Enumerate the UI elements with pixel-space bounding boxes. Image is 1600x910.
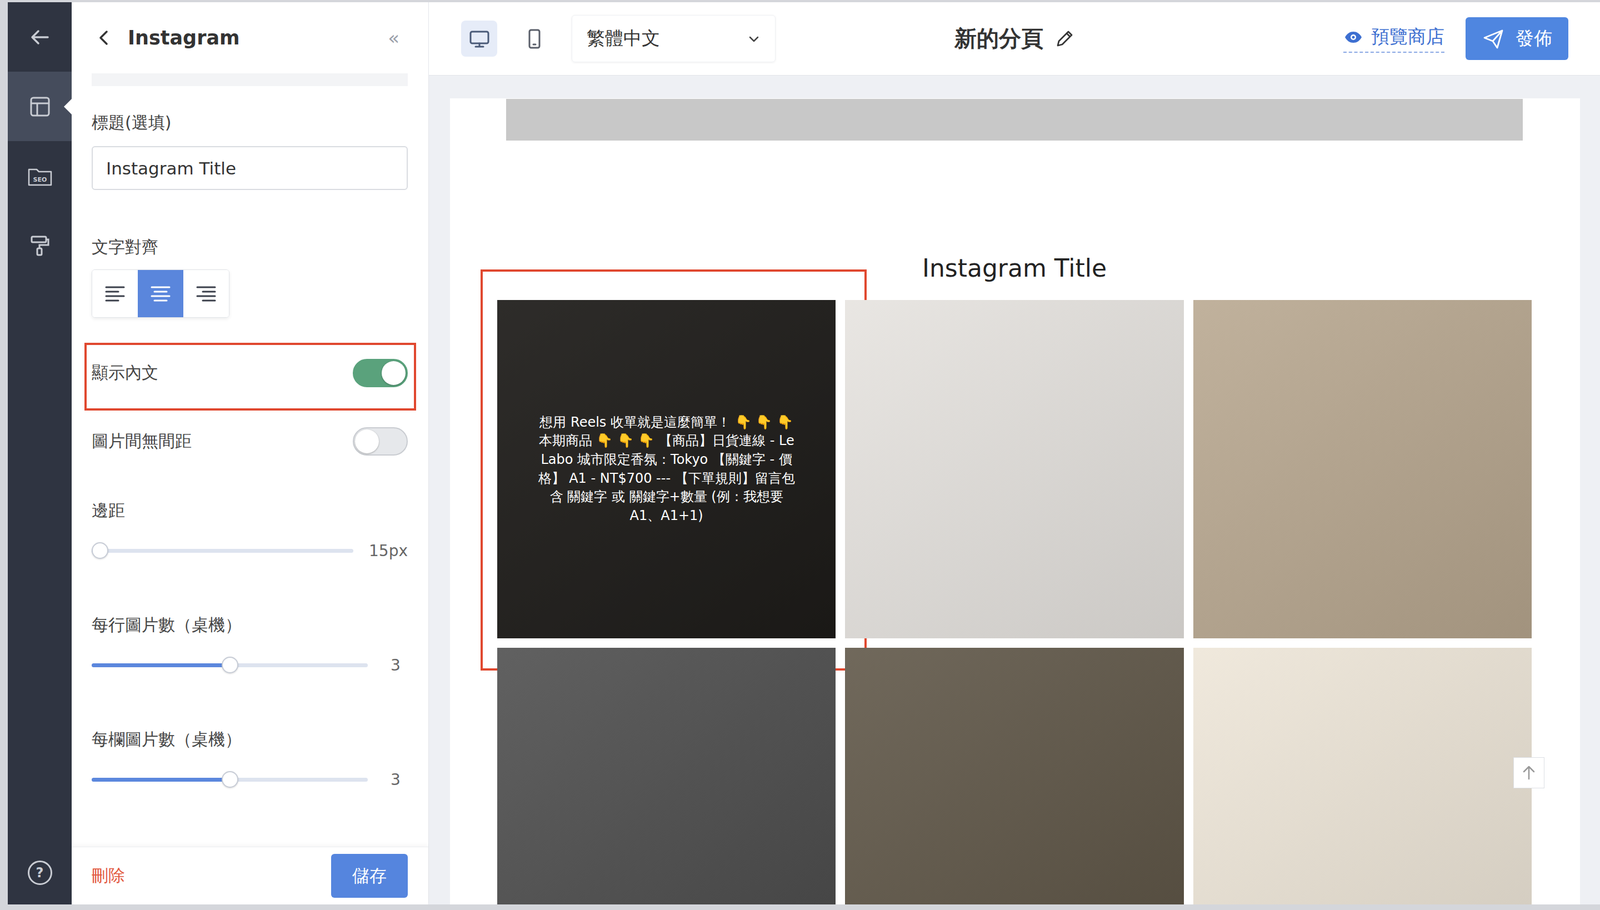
slider-reading: 3 xyxy=(383,656,408,675)
pencil-icon xyxy=(1053,27,1076,50)
editor-app: SEO ? Instagram « 標題(選填) 文字對齊 顯示內文 圖片間無間… xyxy=(0,0,1600,910)
slider-fill xyxy=(91,663,230,668)
panel-header: Instagram « xyxy=(71,2,429,74)
scroll-top-button[interactable] xyxy=(1513,757,1545,789)
toggle-row: 圖片間無間距 xyxy=(91,413,408,469)
placeholder-section xyxy=(506,98,1523,141)
paper-plane-icon xyxy=(1482,27,1505,50)
panel-footer: 刪除 儲存 xyxy=(71,846,429,905)
toggle-list: 顯示內文 圖片間無間距 xyxy=(91,345,408,469)
align-right-icon xyxy=(195,282,218,305)
instagram-post[interactable] xyxy=(845,300,1184,639)
page-title: 新的分頁 xyxy=(954,23,1044,54)
slider-thumb[interactable] xyxy=(221,656,239,674)
mobile-icon xyxy=(523,28,545,50)
switch-knob xyxy=(355,429,379,454)
align-center-icon xyxy=(149,282,172,305)
rail-item[interactable] xyxy=(7,210,72,280)
slider-reading: 3 xyxy=(383,770,408,789)
instagram-post[interactable]: 想用 Reels 收單就是這麼簡單！ 👇 👇 👇本期商品 👇 👇 👇 【商品】日… xyxy=(497,300,836,639)
toggle-row: 顯示內文 xyxy=(91,345,408,401)
help-icon: ? xyxy=(27,860,53,885)
toggle-switch[interactable] xyxy=(352,427,408,456)
toggle-label: 顯示內文 xyxy=(91,361,159,385)
editor-main: 繁體中文 新的分頁 預覽商店 發佈 Instagram Title 想用 Ree… xyxy=(428,2,1600,905)
slider-fill xyxy=(91,777,230,782)
top-left: 繁體中文 xyxy=(461,15,955,63)
rail-item[interactable]: SEO xyxy=(7,141,72,211)
help-button[interactable]: ? xyxy=(7,840,72,905)
device-button[interactable] xyxy=(461,20,498,57)
caption-overlay: 想用 Reels 收單就是這麼簡單！ 👇 👇 👇本期商品 👇 👇 👇 【商品】日… xyxy=(497,300,836,639)
eye-icon xyxy=(1343,27,1364,48)
field-label: 邊距 xyxy=(91,499,408,522)
instagram-post[interactable] xyxy=(1193,647,1532,905)
highlight-box xyxy=(480,269,867,671)
preview-label: 預覽商店 xyxy=(1371,24,1445,50)
field-label: 標題(選填) xyxy=(91,111,408,134)
switch-knob xyxy=(381,361,406,385)
top-bar: 繁體中文 新的分頁 預覽商店 發佈 xyxy=(428,2,1600,76)
page-preview: Instagram Title 想用 Reels 收單就是這麼簡單！ 👇 👇 👇… xyxy=(450,98,1580,905)
chevron-left-icon xyxy=(97,29,111,47)
publish-label: 發佈 xyxy=(1515,26,1553,52)
preview-store-link[interactable]: 預覽商店 xyxy=(1343,24,1445,53)
highlight-box xyxy=(84,342,417,411)
slider-track[interactable] xyxy=(91,663,368,668)
arrow-left-icon xyxy=(28,26,52,49)
slider-row: 3 xyxy=(91,768,408,791)
rename-button[interactable] xyxy=(1053,27,1076,50)
field-label: 每行圖片數（桌機） xyxy=(91,613,408,637)
slider-track[interactable] xyxy=(91,777,368,782)
alignment-button[interactable] xyxy=(183,270,229,318)
slider-row: 15px xyxy=(91,539,408,562)
arrow-up-icon xyxy=(1520,764,1538,782)
save-button[interactable]: 儲存 xyxy=(331,853,408,898)
slider-thumb[interactable] xyxy=(91,542,109,559)
rail-item[interactable] xyxy=(7,71,72,142)
panel-back-button[interactable] xyxy=(97,26,114,49)
svg-text:SEO: SEO xyxy=(32,176,47,184)
language-dropdown[interactable]: 繁體中文 xyxy=(571,15,776,63)
alignment-group xyxy=(91,269,230,318)
toggle-switch[interactable] xyxy=(352,358,408,388)
panel-title: Instagram xyxy=(127,26,388,49)
collapse-button[interactable]: « xyxy=(387,26,400,49)
slider-reading: 15px xyxy=(368,541,408,560)
alignment-button[interactable] xyxy=(92,270,138,318)
field-label: 文字對齊 xyxy=(91,236,408,259)
top-right: 預覽商店 發佈 xyxy=(1075,17,1569,60)
language-value: 繁體中文 xyxy=(586,26,660,52)
toggle-label: 圖片間無間距 xyxy=(91,430,192,453)
slider-row: 3 xyxy=(91,653,408,677)
title-input[interactable] xyxy=(91,146,408,190)
desktop-icon xyxy=(468,28,490,50)
icon-rail: SEO ? xyxy=(7,2,72,905)
chevron-down-icon xyxy=(747,32,761,46)
instagram-post[interactable] xyxy=(497,647,836,905)
device-button[interactable] xyxy=(516,20,553,57)
page-title-group: 新的分頁 xyxy=(954,23,1076,54)
paint-roller-icon xyxy=(28,234,52,257)
panel-body: 標題(選填) 文字對齊 顯示內文 圖片間無間距 邊距 15px 每行圖片數（桌機）… xyxy=(71,73,429,847)
back-button[interactable] xyxy=(7,2,72,72)
post-caption: 想用 Reels 收單就是這麼簡單！ 👇 👇 👇本期商品 👇 👇 👇 【商品】日… xyxy=(533,413,800,526)
instagram-post[interactable] xyxy=(845,647,1184,905)
alignment-button[interactable] xyxy=(137,270,184,318)
instagram-gallery: 想用 Reels 收單就是這麼簡單！ 👇 👇 👇本期商品 👇 👇 👇 【商品】日… xyxy=(497,300,1532,905)
canvas: Instagram Title 想用 Reels 收單就是這麼簡單！ 👇 👇 👇… xyxy=(428,75,1600,905)
slider-track[interactable] xyxy=(91,548,354,553)
slider-thumb[interactable] xyxy=(221,771,239,788)
field-label: 每欄圖片數（桌機） xyxy=(91,728,408,751)
settings-panel: Instagram « 標題(選填) 文字對齊 顯示內文 圖片間無間距 邊距 1… xyxy=(71,2,429,905)
instagram-post[interactable] xyxy=(1193,300,1532,639)
scrolled-field xyxy=(91,73,408,87)
delete-button[interactable]: 刪除 xyxy=(91,864,125,888)
layout-icon xyxy=(28,95,52,118)
publish-button[interactable]: 發佈 xyxy=(1465,17,1569,60)
align-left-icon xyxy=(103,282,127,305)
gallery-title: Instagram Title xyxy=(497,255,1532,282)
seo-folder-icon: SEO xyxy=(27,165,53,188)
